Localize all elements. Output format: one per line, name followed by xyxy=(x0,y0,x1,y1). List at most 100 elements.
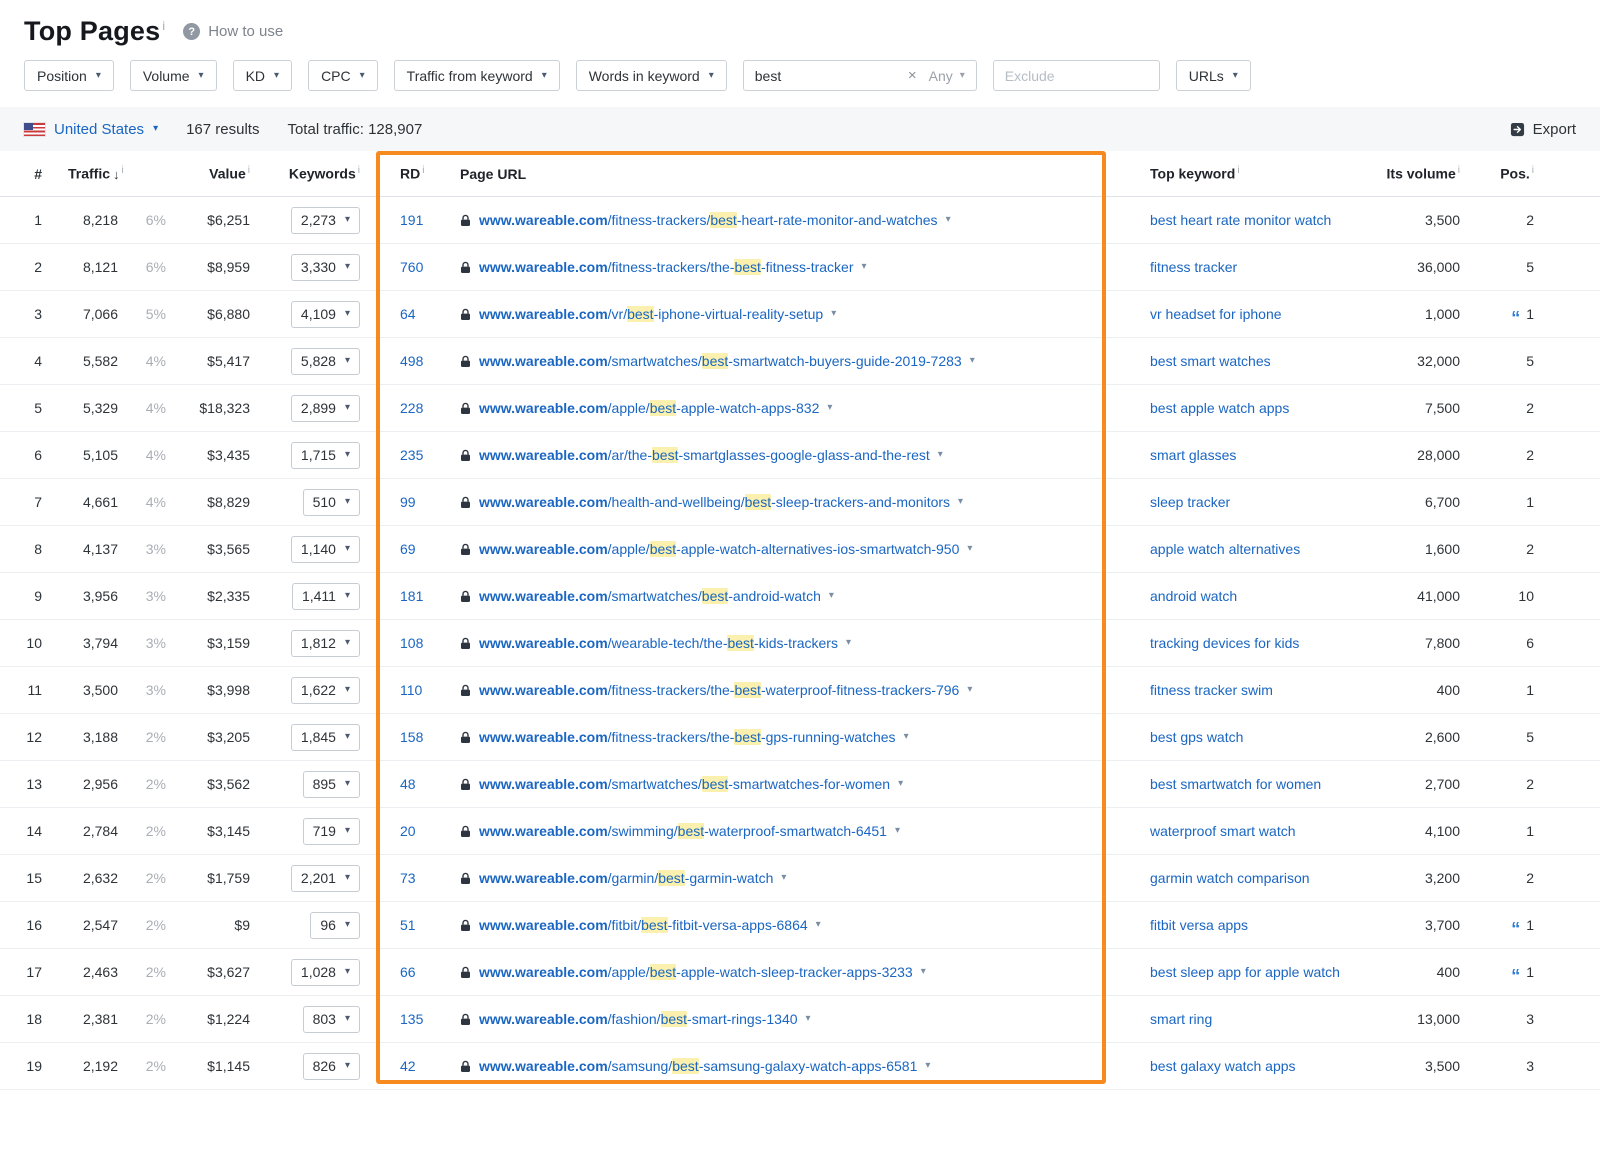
url-expand-caret[interactable]: ▾ xyxy=(827,403,832,413)
top-keyword-link[interactable]: best sleep app for apple watch xyxy=(1150,962,1340,983)
keywords-dropdown[interactable]: 2,899▾ xyxy=(291,395,360,422)
referring-domains-link[interactable]: 73 xyxy=(390,870,460,886)
referring-domains-link[interactable]: 64 xyxy=(390,306,460,322)
keywords-dropdown[interactable]: 1,715▾ xyxy=(291,442,360,469)
header-rd[interactable]: RDi xyxy=(390,165,460,182)
keywords-dropdown[interactable]: 3,330▾ xyxy=(291,254,360,281)
header-top-keyword[interactable]: Top keywordi xyxy=(1110,165,1350,182)
page-url-link[interactable]: www.wareable.com/fitness-trackers/the-be… xyxy=(479,729,896,745)
filter-cpc[interactable]: CPC ▾ xyxy=(308,60,378,91)
url-expand-caret[interactable]: ▾ xyxy=(958,497,963,507)
keywords-dropdown[interactable]: 5,828▾ xyxy=(291,348,360,375)
referring-domains-link[interactable]: 99 xyxy=(390,494,460,510)
page-url-link[interactable]: www.wareable.com/wearable-tech/the-best-… xyxy=(479,635,838,651)
page-url-link[interactable]: www.wareable.com/vr/best-iphone-virtual-… xyxy=(479,306,823,322)
url-expand-caret[interactable]: ▾ xyxy=(862,262,867,272)
top-keyword-link[interactable]: sleep tracker xyxy=(1150,492,1230,513)
page-url-link[interactable]: www.wareable.com/garmin/best-garmin-watc… xyxy=(479,870,773,886)
top-keyword-link[interactable]: best heart rate monitor watch xyxy=(1150,210,1331,231)
url-expand-caret[interactable]: ▾ xyxy=(970,356,975,366)
url-expand-caret[interactable]: ▾ xyxy=(967,544,972,554)
page-url-link[interactable]: www.wareable.com/smartwatches/best-smart… xyxy=(479,353,962,369)
clear-icon[interactable]: × xyxy=(908,67,917,84)
url-expand-caret[interactable]: ▾ xyxy=(946,215,951,225)
referring-domains-link[interactable]: 191 xyxy=(390,212,460,228)
referring-domains-link[interactable]: 108 xyxy=(390,635,460,651)
page-url-link[interactable]: www.wareable.com/swimming/best-waterproo… xyxy=(479,823,887,839)
page-url-link[interactable]: www.wareable.com/fitbit/best-fitbit-vers… xyxy=(479,917,808,933)
referring-domains-link[interactable]: 181 xyxy=(390,588,460,604)
url-expand-caret[interactable]: ▾ xyxy=(925,1061,930,1071)
keywords-dropdown[interactable]: 803▾ xyxy=(303,1006,360,1033)
top-keyword-link[interactable]: best apple watch apps xyxy=(1150,398,1289,419)
referring-domains-link[interactable]: 498 xyxy=(390,353,460,369)
url-expand-caret[interactable]: ▾ xyxy=(829,591,834,601)
page-url-link[interactable]: www.wareable.com/smartwatches/best-andro… xyxy=(479,588,821,604)
keywords-dropdown[interactable]: 2,201▾ xyxy=(291,865,360,892)
filter-urls[interactable]: URLs ▾ xyxy=(1176,60,1251,91)
page-url-link[interactable]: www.wareable.com/fitness-trackers/the-be… xyxy=(479,259,854,275)
referring-domains-link[interactable]: 48 xyxy=(390,776,460,792)
keywords-dropdown[interactable]: 1,028▾ xyxy=(291,959,360,986)
keywords-dropdown[interactable]: 96▾ xyxy=(310,912,360,939)
referring-domains-link[interactable]: 51 xyxy=(390,917,460,933)
top-keyword-link[interactable]: fitbit versa apps xyxy=(1150,915,1248,936)
page-url-link[interactable]: www.wareable.com/samsung/best-samsung-ga… xyxy=(479,1058,917,1074)
top-keyword-link[interactable]: android watch xyxy=(1150,586,1237,607)
top-keyword-link[interactable]: best galaxy watch apps xyxy=(1150,1056,1296,1077)
top-keyword-link[interactable]: tracking devices for kids xyxy=(1150,633,1299,654)
keywords-dropdown[interactable]: 1,411▾ xyxy=(292,583,360,610)
keywords-dropdown[interactable]: 1,812▾ xyxy=(291,630,360,657)
top-keyword-link[interactable]: fitness tracker swim xyxy=(1150,680,1273,701)
filter-position[interactable]: Position ▾ xyxy=(24,60,114,91)
export-button[interactable]: Export xyxy=(1510,121,1576,138)
keyword-include-input[interactable]: best × Any ▾ xyxy=(743,60,977,91)
match-mode-dropdown[interactable]: Any ▾ xyxy=(929,68,965,84)
top-keyword-link[interactable]: apple watch alternatives xyxy=(1150,539,1300,560)
url-expand-caret[interactable]: ▾ xyxy=(816,920,821,930)
top-keyword-link[interactable]: best smart watches xyxy=(1150,351,1271,372)
page-url-link[interactable]: www.wareable.com/health-and-wellbeing/be… xyxy=(479,494,950,510)
page-url-link[interactable]: www.wareable.com/apple/best-apple-watch-… xyxy=(479,541,959,557)
page-url-link[interactable]: www.wareable.com/apple/best-apple-watch-… xyxy=(479,400,819,416)
referring-domains-link[interactable]: 69 xyxy=(390,541,460,557)
keywords-dropdown[interactable]: 719▾ xyxy=(303,818,360,845)
keywords-dropdown[interactable]: 895▾ xyxy=(303,771,360,798)
url-expand-caret[interactable]: ▾ xyxy=(831,309,836,319)
referring-domains-link[interactable]: 110 xyxy=(390,682,460,698)
url-expand-caret[interactable]: ▾ xyxy=(904,732,909,742)
filter-traffic-from-keyword[interactable]: Traffic from keyword ▾ xyxy=(394,60,560,91)
top-keyword-link[interactable]: vr headset for iphone xyxy=(1150,304,1282,325)
referring-domains-link[interactable]: 158 xyxy=(390,729,460,745)
header-num[interactable]: # xyxy=(24,166,68,182)
url-expand-caret[interactable]: ▾ xyxy=(967,685,972,695)
page-url-link[interactable]: www.wareable.com/fashion/best-smart-ring… xyxy=(479,1011,798,1027)
top-keyword-link[interactable]: smart glasses xyxy=(1150,445,1236,466)
top-keyword-link[interactable]: waterproof smart watch xyxy=(1150,821,1296,842)
page-url-link[interactable]: www.wareable.com/fitness-trackers/the-be… xyxy=(479,682,959,698)
referring-domains-link[interactable]: 42 xyxy=(390,1058,460,1074)
header-keywords[interactable]: Keywordsi xyxy=(276,165,390,182)
referring-domains-link[interactable]: 228 xyxy=(390,400,460,416)
url-expand-caret[interactable]: ▾ xyxy=(938,450,943,460)
url-expand-caret[interactable]: ▾ xyxy=(806,1014,811,1024)
referring-domains-link[interactable]: 235 xyxy=(390,447,460,463)
keyword-exclude-input[interactable]: Exclude xyxy=(993,60,1160,91)
country-selector[interactable]: United States ▾ xyxy=(24,121,158,138)
keywords-dropdown[interactable]: 1,622▾ xyxy=(291,677,360,704)
top-keyword-link[interactable]: best gps watch xyxy=(1150,727,1243,748)
keywords-dropdown[interactable]: 4,109▾ xyxy=(291,301,360,328)
keywords-dropdown[interactable]: 1,140▾ xyxy=(291,536,360,563)
page-url-link[interactable]: www.wareable.com/ar/the-best-smartglasse… xyxy=(479,447,930,463)
filter-kd[interactable]: KD ▾ xyxy=(233,60,292,91)
filter-volume[interactable]: Volume ▾ xyxy=(130,60,217,91)
referring-domains-link[interactable]: 66 xyxy=(390,964,460,980)
keywords-dropdown[interactable]: 2,273▾ xyxy=(291,207,360,234)
page-url-link[interactable]: www.wareable.com/apple/best-apple-watch-… xyxy=(479,964,913,980)
referring-domains-link[interactable]: 760 xyxy=(390,259,460,275)
header-traffic[interactable]: Traffic↓i xyxy=(68,165,184,182)
top-keyword-link[interactable]: best smartwatch for women xyxy=(1150,774,1321,795)
header-page-url[interactable]: Page URL xyxy=(460,166,1110,182)
header-pos[interactable]: Pos.i xyxy=(1470,165,1550,182)
top-keyword-link[interactable]: fitness tracker xyxy=(1150,257,1237,278)
